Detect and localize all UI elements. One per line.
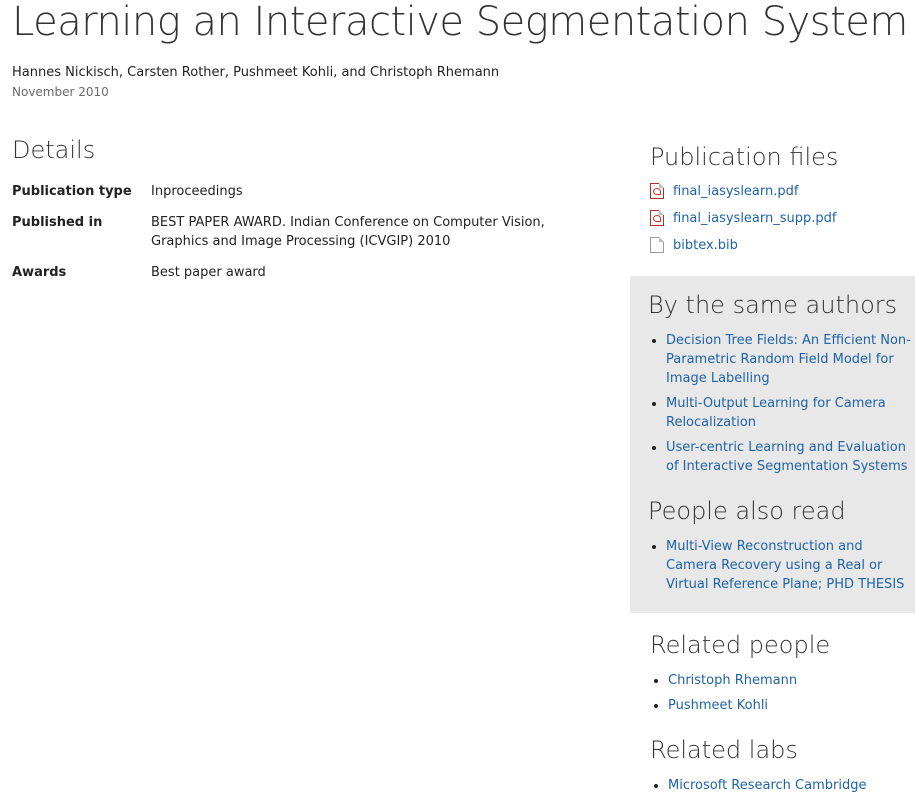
list-item: Microsoft Research Cambridge: [668, 776, 908, 795]
pdf-icon: [650, 183, 664, 199]
people-also-read-list: Multi-View Reconstruction and Camera Rec…: [648, 537, 914, 600]
same-author-paper-link[interactable]: Decision Tree Fields: An Efficient Non-P…: [666, 333, 911, 386]
file-item: bibtex.bib: [650, 236, 836, 263]
file-item: final_iasyslearn_supp.pdf: [650, 209, 836, 236]
related-people-list: Christoph Rhemann Pushmeet Kohli: [650, 671, 908, 721]
author-list: Hannes Nickisch, Carsten Rother, Pushmee…: [12, 65, 500, 80]
publication-page: Learning an Interactive Segmentation Sys…: [0, 0, 915, 800]
detail-value: Inproceedings: [151, 184, 243, 199]
list-item: Multi-View Reconstruction and Camera Rec…: [666, 537, 914, 594]
file-link-bibtex[interactable]: bibtex.bib: [673, 236, 738, 256]
publication-files-heading: Publication files: [650, 143, 839, 171]
list-item: User-centric Learning and Evaluation of …: [666, 438, 914, 476]
list-item: Christoph Rhemann: [668, 671, 908, 690]
publication-files-list: final_iasyslearn.pdf final_iasyslearn_su…: [650, 182, 836, 263]
file-link-final-iasyslearn-supp[interactable]: final_iasyslearn_supp.pdf: [673, 209, 836, 229]
related-people-heading: Related people: [650, 631, 831, 659]
same-author-paper-link[interactable]: Multi-Output Learning for Camera Relocal…: [666, 396, 886, 430]
detail-label: Published in: [12, 215, 103, 230]
detail-row-published-in: Published in BEST PAPER AWARD. Indian Co…: [12, 213, 572, 253]
related-labs-heading: Related labs: [650, 736, 798, 764]
file-item: final_iasyslearn.pdf: [650, 182, 836, 209]
page-title: Learning an Interactive Segmentation Sys…: [12, 0, 908, 45]
detail-label: Publication type: [12, 184, 132, 199]
list-item: Decision Tree Fields: An Efficient Non-P…: [666, 331, 914, 388]
list-item: Pushmeet Kohli: [668, 696, 908, 715]
same-authors-heading: By the same authors: [648, 291, 898, 319]
same-author-paper-link[interactable]: User-centric Learning and Evaluation of …: [666, 440, 908, 474]
file-link-final-iasyslearn[interactable]: final_iasyslearn.pdf: [673, 182, 798, 202]
detail-label: Awards: [12, 265, 67, 280]
details-heading: Details: [12, 136, 96, 164]
detail-value: Best paper award: [151, 265, 266, 280]
related-person-link[interactable]: Pushmeet Kohli: [668, 698, 768, 713]
related-person-link[interactable]: Christoph Rhemann: [668, 673, 797, 688]
people-also-read-heading: People also read: [648, 497, 846, 525]
file-icon: [650, 237, 664, 253]
same-authors-list: Decision Tree Fields: An Efficient Non-P…: [648, 331, 914, 482]
also-read-paper-link[interactable]: Multi-View Reconstruction and Camera Rec…: [666, 539, 904, 592]
list-item: Multi-Output Learning for Camera Relocal…: [666, 394, 914, 432]
pdf-icon: [650, 210, 664, 226]
detail-value: BEST PAPER AWARD. Indian Conference on C…: [151, 215, 545, 249]
publication-date: November 2010: [12, 85, 109, 99]
related-lab-link[interactable]: Microsoft Research Cambridge: [668, 778, 866, 793]
related-labs-list: Microsoft Research Cambridge: [650, 776, 908, 800]
